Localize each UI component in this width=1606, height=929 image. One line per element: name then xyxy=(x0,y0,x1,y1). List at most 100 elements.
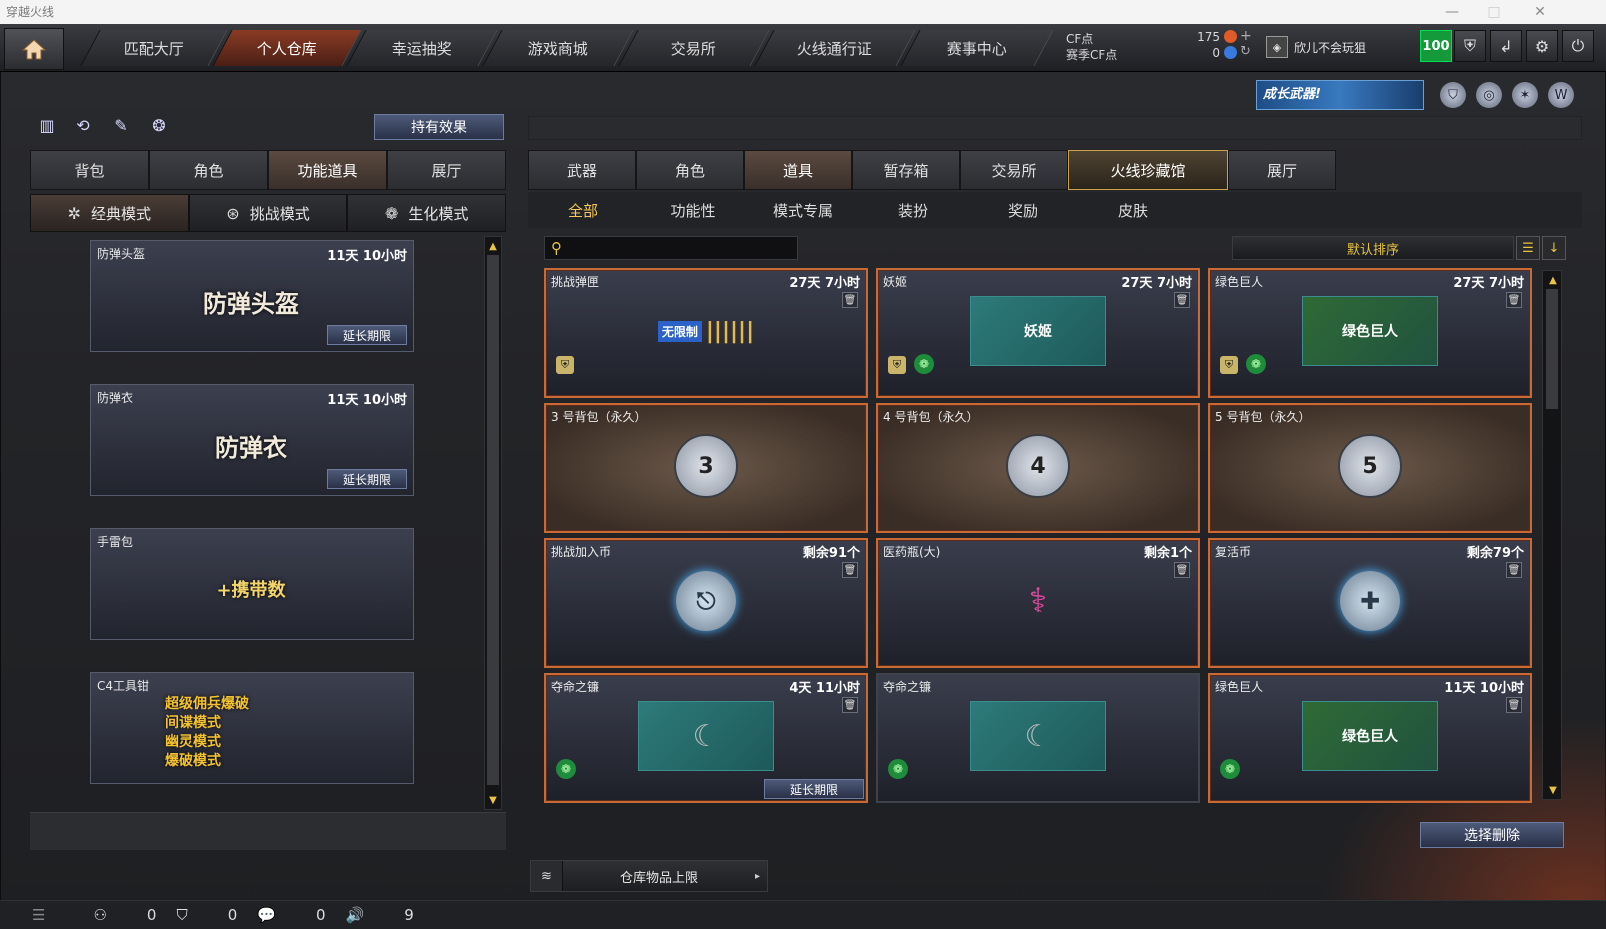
list-item[interactable]: 手雷包 +携带数 xyxy=(90,528,414,640)
trash-icon[interactable]: 🗑 xyxy=(842,292,858,308)
left-tab-character[interactable]: 角色 xyxy=(149,150,268,190)
nav-tab-exchange[interactable]: 交易所 xyxy=(618,30,770,66)
item-card[interactable]: 复活币 剩余79个 🗑 ✚ xyxy=(1208,538,1532,668)
nav-tab-lottery[interactable]: 幸运抽奖 xyxy=(346,30,498,66)
scroll-down-icon[interactable]: ▼ xyxy=(485,793,501,807)
currency-panel: CF点 赛季CF点 175 0 xyxy=(1062,28,1240,68)
tab-exchange[interactable]: 交易所 xyxy=(960,150,1068,190)
item-card[interactable]: 夺命之镰 ☾ ❁ xyxy=(876,673,1200,803)
layers-icon: ≋ xyxy=(531,861,563,891)
nav-tab-shop[interactable]: 游戏商城 xyxy=(482,30,634,66)
grenade-icon[interactable]: ❂ xyxy=(146,112,172,138)
wing-icon[interactable]: W xyxy=(1548,82,1574,108)
volume-status[interactable]: 🔊 9 xyxy=(346,906,414,924)
menu-icon[interactable]: ☰ xyxy=(32,906,45,924)
extend-button[interactable]: 延长期限 xyxy=(764,779,864,799)
list-item[interactable]: C4工具钳 超级佣兵爆破 间谍模式 幽灵模式 爆破模式 xyxy=(90,672,414,784)
sort-direction-icon[interactable]: ↓ xyxy=(1542,236,1566,260)
gear-icon[interactable]: ⚙ xyxy=(1526,30,1558,62)
tab-collection[interactable]: 火线珍藏馆 xyxy=(1068,150,1228,190)
tab-props[interactable]: 道具 xyxy=(744,150,852,190)
effects-button[interactable]: 持有效果 xyxy=(374,114,504,140)
extend-button[interactable]: 延长期限 xyxy=(327,325,407,345)
extend-button[interactable]: 延长期限 xyxy=(327,469,407,489)
history-icon[interactable]: ⟲ xyxy=(70,112,96,138)
trash-icon[interactable]: 🗑 xyxy=(1506,697,1522,713)
tab-weapons[interactable]: 武器 xyxy=(528,150,636,190)
power-icon[interactable]: ⏻ xyxy=(1562,30,1594,62)
nav-tab-pass[interactable]: 火线通行证 xyxy=(754,30,916,66)
sort-select[interactable]: 默认排序 xyxy=(1232,236,1514,260)
nav-tab-warehouse[interactable]: 个人仓库 xyxy=(212,30,362,66)
right-scrollbar[interactable]: ▲ ▼ xyxy=(1542,270,1562,800)
scroll-up-icon[interactable]: ▲ xyxy=(485,239,501,253)
close-icon[interactable]: ✕ xyxy=(1520,0,1560,24)
subtab-skins[interactable]: 皮肤 xyxy=(1078,192,1188,228)
item-card[interactable]: 妖姬 27天 7小时 🗑 妖姬 ⛨ ❁ xyxy=(876,268,1200,398)
mode-classic[interactable]: ✲ 经典模式 xyxy=(30,194,189,232)
item-card[interactable]: 挑战加入币 剩余91个 🗑 ⎋ xyxy=(544,538,868,668)
item-count: 剩余79个 xyxy=(1466,546,1524,561)
scroll-down-icon[interactable]: ▼ xyxy=(1545,783,1561,797)
item-card[interactable]: 3 号背包（永久） 3 xyxy=(544,403,868,533)
subtab-rewards[interactable]: 奖励 xyxy=(968,192,1078,228)
scroll-thumb[interactable] xyxy=(1546,289,1558,409)
friends-status[interactable]: ⚇ 0 xyxy=(93,906,156,924)
nav-tab-events[interactable]: 赛事中心 xyxy=(900,30,1054,66)
item-card[interactable]: 绿色巨人 27天 7小时 🗑 绿色巨人 ⛨ ❁ xyxy=(1208,268,1532,398)
claw-icon[interactable]: ✶ xyxy=(1512,82,1538,108)
trash-icon[interactable]: 🗑 xyxy=(842,697,858,713)
mode-challenge[interactable]: ⊛ 挑战模式 xyxy=(188,194,348,232)
select-delete-button[interactable]: 选择删除 xyxy=(1420,822,1564,848)
subtab-functional[interactable]: 功能性 xyxy=(638,192,748,228)
trash-icon[interactable]: 🗑 xyxy=(1506,292,1522,308)
left-tab-bag[interactable]: 背包 xyxy=(30,150,149,190)
item-card[interactable]: 挑战弹匣 27天 7小时 🗑 无限制 |||||| ⛨ xyxy=(544,268,868,398)
globe-icon[interactable]: ◎ xyxy=(1476,82,1502,108)
nav-tab-label: 火线通行证 xyxy=(797,39,873,58)
trash-icon[interactable]: 🗑 xyxy=(1174,292,1190,308)
badge-icon[interactable]: ⛉ xyxy=(1440,82,1466,108)
capacity-bar[interactable]: ≋ 仓库物品上限 ▸ xyxy=(530,860,768,892)
return-icon[interactable]: ↲ xyxy=(1490,30,1522,62)
left-tab-functional[interactable]: 功能道具 xyxy=(268,150,387,190)
left-tab-hall[interactable]: 展厅 xyxy=(387,150,506,190)
nav-tab-lobby[interactable]: 匹配大厅 xyxy=(80,30,228,66)
list-item[interactable]: 防弹衣 11天 10小时 防弹衣 延长期限 xyxy=(90,384,414,496)
chat-status[interactable]: 💬 0 xyxy=(257,906,325,924)
growth-weapon-banner[interactable]: 成长武器! xyxy=(1256,80,1424,110)
scroll-thumb[interactable] xyxy=(487,255,499,785)
add-cf-icon[interactable]: + xyxy=(1240,28,1252,44)
list-item[interactable]: 防弹头盔 11天 10小时 防弹头盔 延长期限 xyxy=(90,240,414,352)
item-card[interactable]: 4 号背包（永久） 4 xyxy=(876,403,1200,533)
tab-storage[interactable]: 暂存箱 xyxy=(852,150,960,190)
item-card[interactable]: 绿色巨人 11天 10小时 🗑 绿色巨人 ❁ xyxy=(1208,673,1532,803)
search-input[interactable] xyxy=(568,240,788,256)
list-view-icon[interactable]: ☰ xyxy=(1516,236,1540,260)
subtab-cosmetic[interactable]: 装扮 xyxy=(858,192,968,228)
left-scrollbar[interactable]: ▲ ▼ xyxy=(484,236,502,810)
shield-icon[interactable]: ⛨ xyxy=(1454,30,1486,62)
scroll-up-icon[interactable]: ▲ xyxy=(1545,273,1561,287)
item-card[interactable]: 夺命之镰 4天 11小时 🗑 ☾ ❁ 延长期限 xyxy=(544,673,868,803)
subtab-mode-exclusive[interactable]: 模式专属 xyxy=(748,192,858,228)
nav-tab-label: 幸运抽奖 xyxy=(391,39,452,58)
trash-icon[interactable]: 🗑 xyxy=(842,562,858,578)
home-button[interactable] xyxy=(4,28,64,70)
item-card[interactable]: 医药瓶(大) 剩余1个 🗑 ⚕ xyxy=(876,538,1200,668)
ranking-icon[interactable]: ▥ xyxy=(34,112,60,138)
item-card[interactable]: 5 号背包（永久） 5 xyxy=(1208,403,1532,533)
clan-status[interactable]: ⛉ 0 xyxy=(176,906,237,924)
tab-characters[interactable]: 角色 xyxy=(636,150,744,190)
trash-icon[interactable]: 🗑 xyxy=(1174,562,1190,578)
helmet-image: 防弹头盔 xyxy=(203,289,299,318)
user-edit-icon[interactable]: ✎ xyxy=(108,112,134,138)
subtab-all[interactable]: 全部 xyxy=(528,192,638,228)
tab-hall[interactable]: 展厅 xyxy=(1228,150,1336,190)
maximize-icon[interactable]: □ xyxy=(1474,0,1514,24)
mode-zombie[interactable]: ❁ 生化模式 xyxy=(347,194,507,232)
minimize-icon[interactable]: — xyxy=(1432,0,1472,24)
refresh-icon[interactable]: ↻ xyxy=(1240,44,1251,59)
trash-icon[interactable]: 🗑 xyxy=(1506,562,1522,578)
user-info[interactable]: ◈ 欣儿不会玩狙 xyxy=(1266,30,1406,64)
